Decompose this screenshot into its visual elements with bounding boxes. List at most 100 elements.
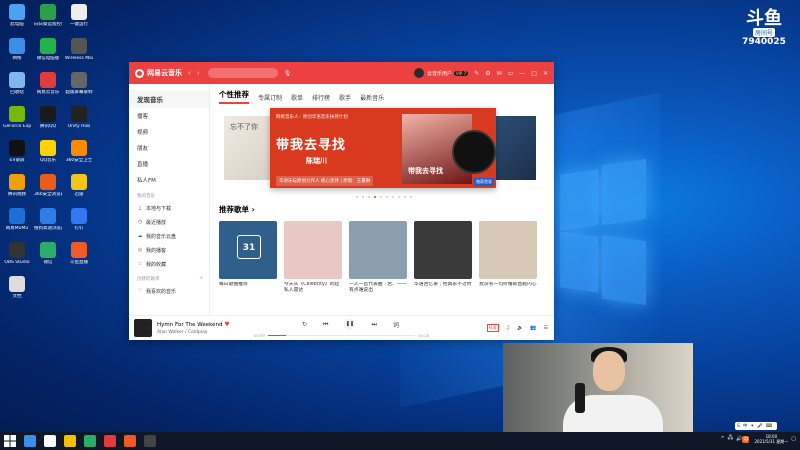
- tab[interactable]: 个性推荐: [219, 89, 249, 104]
- banner-current[interactable]: 网易音乐人 · 原创华语音乐扶持计划 带我去寻找 陈瑞川 华语乐坛原创力作人 初…: [270, 108, 496, 188]
- lyrics-icon[interactable]: 词: [393, 320, 399, 329]
- loop-mode-icon[interactable]: ↻: [302, 321, 307, 328]
- sound-effect-icon[interactable]: ♫: [506, 325, 510, 331]
- desktop-icon[interactable]: 网络: [3, 38, 31, 61]
- ime-button[interactable]: ✦: [750, 424, 754, 429]
- sidebar-item[interactable]: 发现音乐: [129, 90, 209, 108]
- mail-icon[interactable]: ✉: [497, 70, 502, 77]
- desktop-icon[interactable]: 回收站: [3, 72, 31, 95]
- add-playlist-icon[interactable]: +: [199, 276, 203, 282]
- now-playing-title[interactable]: Hymn For The Weekend: [157, 322, 223, 328]
- carousel-dot[interactable]: [391, 196, 394, 198]
- playlist-caption[interactable]: 华语回忆录｜经典永不过时: [414, 282, 472, 294]
- desktop-icon[interactable]: 一键运行: [65, 4, 93, 27]
- listen-together-icon[interactable]: 👥: [530, 325, 536, 331]
- progress-bar[interactable]: 00:30 04:18: [254, 333, 429, 338]
- taskbar-app-icon[interactable]: [124, 435, 136, 447]
- back-arrow-icon[interactable]: ‹: [188, 69, 191, 77]
- sidebar-sub-item[interactable]: ☁ 我的音乐云盘: [129, 229, 209, 243]
- user-avatar[interactable]: [414, 68, 424, 78]
- playlist-card[interactable]: 一人一首代表曲｜若、一一有点难说出: [349, 221, 407, 294]
- ime-indicator[interactable]: 中: [742, 435, 750, 443]
- desktop-icon[interactable]: 微信电脑版: [34, 38, 62, 61]
- volume-icon[interactable]: 🔈: [517, 325, 523, 331]
- desktop-icon[interactable]: 文档: [3, 276, 31, 299]
- sidebar-item[interactable]: 私人FM: [129, 172, 209, 188]
- ime-button[interactable]: 🎤: [757, 424, 763, 429]
- sidebar-item[interactable]: 视频: [129, 124, 209, 140]
- playlist-caption[interactable]: 一人一首代表曲｜若、一一有点难说出: [349, 282, 407, 294]
- tab[interactable]: 专属订制: [258, 93, 282, 104]
- playlist-card[interactable]: 我没有一句听懂却直戳内心: [479, 221, 537, 294]
- quality-badge[interactable]: 标准: [486, 324, 499, 332]
- taskbar-app-icon[interactable]: [84, 435, 96, 447]
- playlist-cover[interactable]: 31: [219, 221, 277, 279]
- settings-icon[interactable]: ⚙: [485, 70, 490, 77]
- tab[interactable]: 排行榜: [312, 93, 330, 104]
- clock[interactable]: 18:00 2021/5/31 星期一: [754, 434, 788, 444]
- maximize-icon[interactable]: □: [531, 70, 537, 77]
- minimize-icon[interactable]: —: [519, 70, 525, 77]
- sidebar-sub-item[interactable]: ◎ 我的播客: [129, 243, 209, 257]
- ime-button[interactable]: S: [737, 424, 740, 429]
- desktop-icon[interactable]: 迅雷: [65, 174, 93, 197]
- sidebar-sub-item[interactable]: ⤓ 本地与下载: [129, 201, 209, 215]
- desktop-icon[interactable]: 向日葵远程控制: [34, 4, 62, 27]
- desktop-icon[interactable]: 360安全浏览器: [34, 174, 62, 197]
- sidebar-sub-item[interactable]: ◷ 最近播放: [129, 215, 209, 229]
- user-name[interactable]: 云音乐用户: [427, 70, 452, 77]
- previous-track-icon[interactable]: ⏮: [323, 321, 328, 329]
- desktop-icon[interactable]: Unity Hub: [65, 106, 93, 129]
- sidebar-item[interactable]: 播客: [129, 108, 209, 124]
- desktop-icon[interactable]: 斗鱼直播: [65, 242, 93, 265]
- desktop-icon[interactable]: 钉钉: [65, 208, 93, 231]
- carousel-dot[interactable]: [385, 196, 388, 198]
- playlist-queue-icon[interactable]: ☰: [544, 325, 548, 331]
- playlist-card[interactable]: 华语回忆录｜经典永不过时: [414, 221, 472, 294]
- tab[interactable]: 歌手: [339, 93, 351, 104]
- search-input[interactable]: [207, 68, 278, 78]
- sidebar-item[interactable]: 直播: [129, 156, 209, 172]
- desktop-icon[interactable]: Wireless Mouse: [65, 38, 93, 61]
- ime-toolbar[interactable]: S 中 ✦ 🎤 ⌨: [735, 422, 778, 430]
- playlist-card[interactable]: 今天从《Celebrity》听起私人雷达: [284, 221, 342, 294]
- playlist-cover[interactable]: [479, 221, 537, 279]
- pause-button[interactable]: ❚❚: [344, 319, 356, 330]
- close-icon[interactable]: ✕: [543, 70, 548, 77]
- playlist-cover[interactable]: [349, 221, 407, 279]
- desktop-icon[interactable]: 网易MuMu: [3, 208, 31, 231]
- carousel-dot[interactable]: [361, 196, 364, 198]
- banner-carousel[interactable]: 忘不了你 网易音乐人 · 原创华语音乐扶持计划 带我去寻找 陈瑞川 华语乐坛原创…: [219, 108, 548, 200]
- start-button[interactable]: [4, 435, 16, 447]
- recommend-playlists-title[interactable]: 推荐歌单 ›: [219, 204, 548, 215]
- microphone-icon[interactable]: 🎙: [284, 70, 292, 77]
- ime-button[interactable]: 中: [743, 423, 748, 429]
- playlist-caption[interactable]: 今天从《Celebrity》听起私人雷达: [284, 282, 342, 294]
- desktop-icon[interactable]: 腾讯QQ: [34, 106, 62, 129]
- desktop-icon[interactable]: 网易云音乐: [34, 72, 62, 95]
- desktop-icon[interactable]: OBS Studio: [3, 242, 31, 265]
- carousel-dot[interactable]: [409, 196, 412, 198]
- ime-button[interactable]: ⌨: [766, 424, 773, 429]
- sidebar-sub-item[interactable]: ☆ 我的收藏: [129, 257, 209, 271]
- carousel-dot[interactable]: [367, 196, 370, 198]
- tab[interactable]: 歌单: [291, 93, 303, 104]
- carousel-dot[interactable]: [355, 196, 358, 198]
- carousel-dot[interactable]: [379, 196, 382, 198]
- forward-arrow-icon[interactable]: ›: [197, 69, 200, 77]
- now-playing-cover[interactable]: [134, 319, 152, 337]
- desktop-icon[interactable]: 360安全卫士: [65, 140, 93, 163]
- taskbar-app-icon[interactable]: [144, 435, 156, 447]
- playlist-cover[interactable]: [414, 221, 472, 279]
- notification-icon[interactable]: ▢: [791, 436, 796, 442]
- network-icon[interactable]: 🖧: [728, 435, 734, 443]
- tab[interactable]: 最新音乐: [360, 93, 384, 104]
- taskbar-app-icon[interactable]: [24, 435, 36, 447]
- like-heart-icon[interactable]: ♥: [224, 321, 229, 328]
- taskbar-app-icon[interactable]: [64, 435, 76, 447]
- desktop-icon[interactable]: 搜狗高速浏览器: [34, 208, 62, 231]
- playlist-caption[interactable]: 我没有一句听懂却直戳内心: [479, 282, 537, 294]
- desktop-icon[interactable]: QQ音乐: [34, 140, 62, 163]
- playlist-cover[interactable]: [284, 221, 342, 279]
- desktop-icon[interactable]: EV录屏: [3, 140, 31, 163]
